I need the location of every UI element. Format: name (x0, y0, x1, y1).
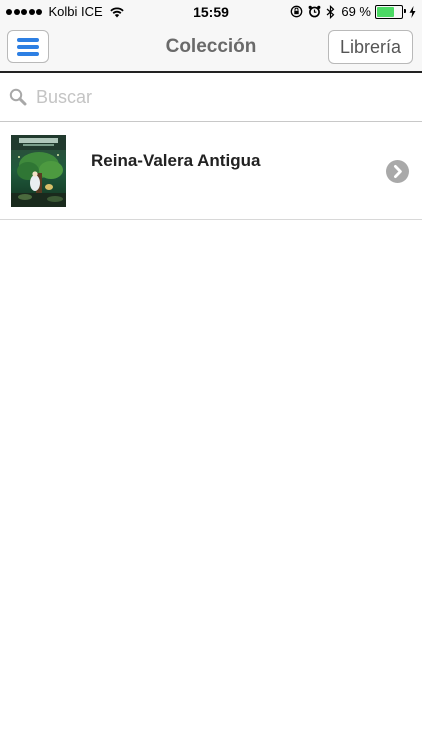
book-cover-image (11, 135, 66, 207)
search-bar (0, 73, 422, 122)
battery-percent: 69 % (341, 4, 371, 19)
library-button[interactable]: Librería (327, 30, 413, 64)
status-bar: Kolbi ICE 15:59 69 % (0, 0, 422, 22)
alarm-icon (308, 5, 321, 18)
orientation-lock-icon (290, 5, 303, 18)
search-icon (9, 88, 27, 106)
charging-bolt-icon (409, 5, 416, 18)
battery-icon (375, 4, 406, 19)
bluetooth-icon (326, 4, 335, 19)
chevron-right-circle-icon[interactable] (386, 160, 409, 183)
navigation-bar: Colección Librería (0, 22, 422, 73)
battery-level-fill (377, 6, 394, 17)
book-title: Reina-Valera Antigua (91, 151, 261, 170)
search-input[interactable] (36, 82, 406, 112)
status-right: 69 % (285, 4, 416, 19)
list-item[interactable]: Reina-Valera Antigua (0, 122, 422, 220)
